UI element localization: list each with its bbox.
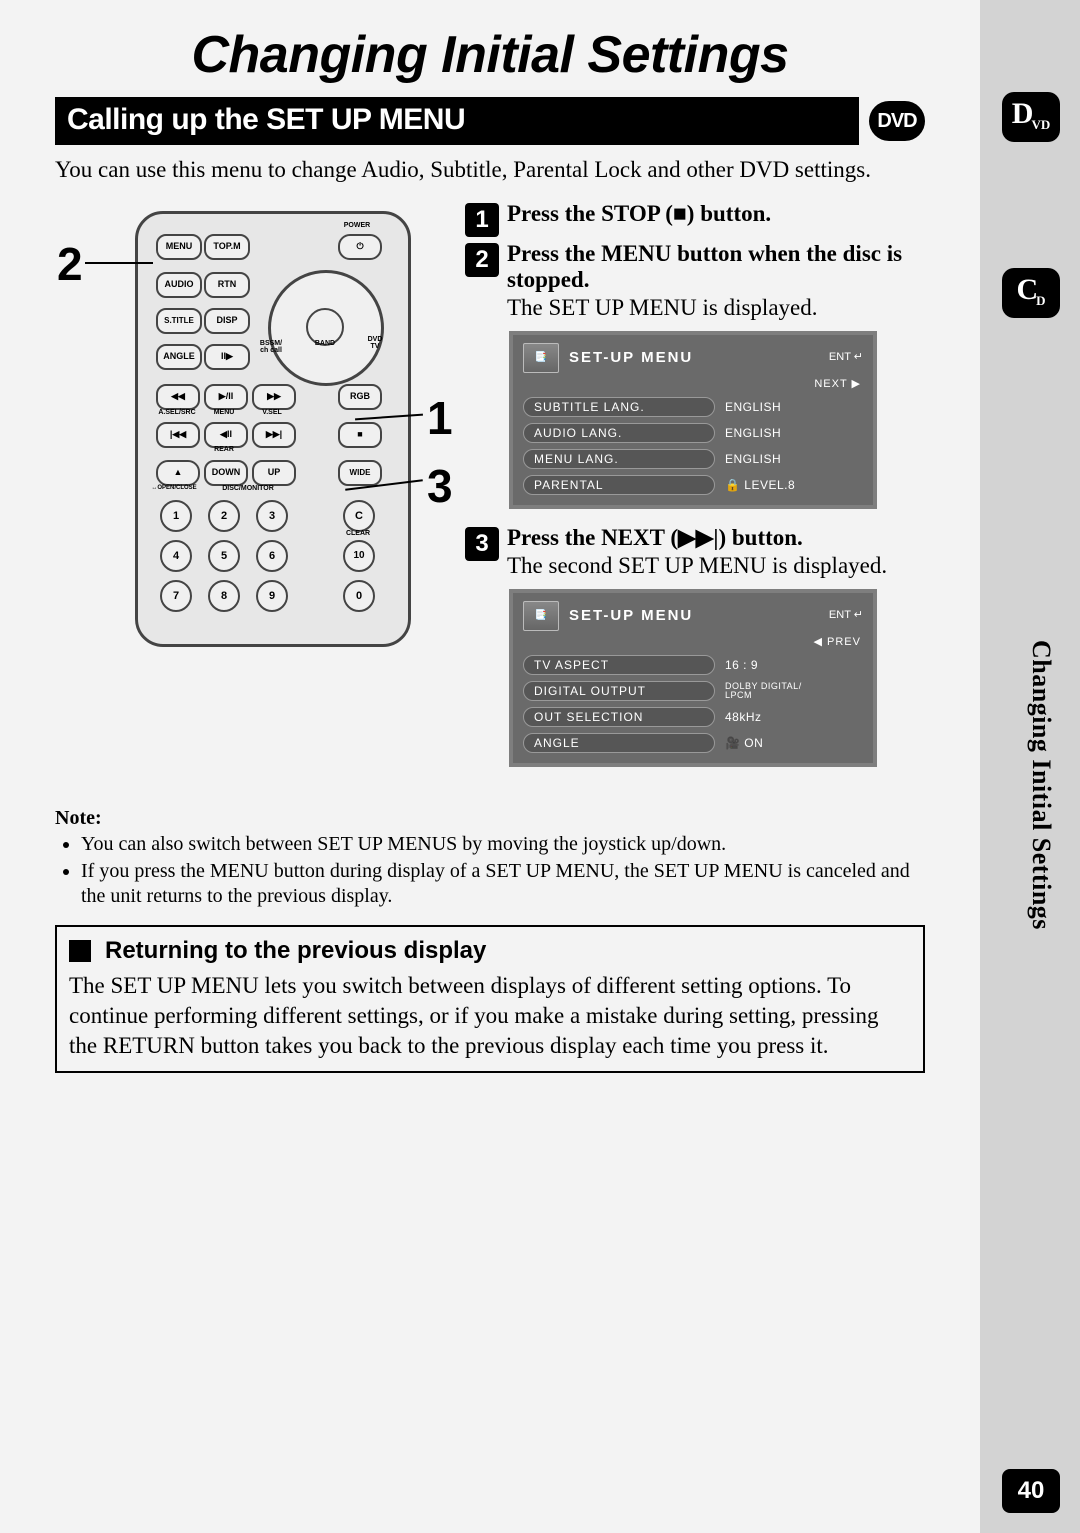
setup-2-row-1: DIGITAL OUTPUT DOLBY DIGITAL/ LPCM [513,678,873,704]
remote-eject-button: ▲ [156,460,200,486]
setup-2-title: SET-UP MENU [569,607,819,624]
remote-topm-button: TOP.M [204,234,250,260]
remote-num-6: 6 [256,540,288,572]
remote-disp-button: DISP [204,308,250,334]
note-head: Note: [55,807,925,830]
setup-icon-2: 📑 [523,601,559,631]
return-body: The SET UP MENU lets you switch between … [69,971,911,1061]
setup-1-sub: NEXT ▶ [513,377,873,394]
square-bullet-icon [69,940,91,962]
setup-menu-screenshot-1: 📑 SET-UP MENU ENT ↵ NEXT ▶ SUBTITLE LANG… [509,331,877,509]
dvd-icon: DVD [869,101,925,141]
setup-menu-screenshot-2: 📑 SET-UP MENU ENT ↵ ◀ PREV TV ASPECT 16 … [509,589,877,767]
page-number: 40 [1002,1469,1060,1513]
step-1-head: Press the STOP (■) button. [507,201,925,227]
setup-1-row-3: PARENTAL 🔒 LEVEL.8 [513,472,873,505]
section-heading: Calling up the SET UP MENU [55,97,859,145]
side-tab-cd-c: C [1016,273,1038,313]
step-2: 2 Press the MENU button when the disc is… [465,241,925,321]
remote-rew-button: ◀◀ [156,384,200,410]
remote-num-5: 5 [208,540,240,572]
setup-1-row-2: MENU LANG. ENGLISH [513,446,873,472]
remote-slowrev-button: ◀II [204,422,248,448]
remote-rgb-button: RGB [338,384,382,410]
remote-power-button: ⏻ [338,234,382,260]
remote-down-button: DOWN [204,460,248,486]
setup-1-row-1: AUDIO LANG. ENGLISH [513,420,873,446]
page-title: Changing Initial Settings [55,25,925,85]
setup-2-row-3: ANGLE 🎥 ON [513,730,873,763]
remote-ff-button: ▶▶ [252,384,296,410]
remote-clear: C [343,500,375,532]
remote-num-2: 2 [208,500,240,532]
setup-1-title: SET-UP MENU [569,349,819,366]
intro-text: You can use this menu to change Audio, S… [55,155,925,185]
return-box: Returning to the previous display The SE… [55,925,925,1073]
setup-2-row-0: TV ASPECT 16 : 9 [513,652,873,678]
remote-stop-button: ■ [338,422,382,448]
return-head: Returning to the previous display [105,937,486,965]
setup-2-ent: ENT ↵ [829,610,863,621]
remote-rtn-button: RTN [204,272,250,298]
side-tab-dvd: D VD [1002,92,1060,142]
step-2-badge: 2 [465,243,499,277]
step-1: 1 Press the STOP (■) button. [465,201,925,237]
setup-icon: 📑 [523,343,559,373]
step-3: 3 Press the NEXT (▶▶|) button. The secon… [465,525,925,579]
remote-num-8: 8 [208,580,240,612]
remote-num-7: 7 [160,580,192,612]
callout-2: 2 [57,237,83,291]
remote-playpause-button: ▶/II [204,384,248,410]
callout-3: 3 [427,459,453,513]
remote-menu-button: MENU [156,234,202,260]
setup-1-row-0: SUBTITLE LANG. ENGLISH [513,394,873,420]
remote-wide-button: WIDE [338,460,382,486]
remote-num-9: 9 [256,580,288,612]
note-block: Note: You can also switch between SET UP… [55,807,925,909]
remote-angle-button: ANGLE [156,344,202,370]
note-item-1: If you press the MENU button during disp… [81,859,925,909]
vertical-section-title: Changing Initial Settings [1026,640,1056,930]
side-tab-cd: C D [1002,268,1060,318]
remote-num-0: 0 [343,580,375,612]
remote-num-10: 10 [343,540,375,572]
remote-next-button: ▶▶| [252,422,296,448]
callout-1: 1 [427,391,453,445]
step-3-head: Press the NEXT (▶▶|) button. [507,525,925,551]
step-3-desc: The second SET UP MENU is displayed. [507,553,925,579]
step-2-head: Press the MENU button when the disc is s… [507,241,925,293]
remote-num-3: 3 [256,500,288,532]
remote-stitle-button: S.TITLE [156,308,202,334]
remote-num-1: 1 [160,500,192,532]
remote-num-4: 4 [160,540,192,572]
note-item-0: You can also switch between SET UP MENUS… [81,832,925,857]
setup-1-ent: ENT ↵ [829,352,863,363]
step-2-desc: The SET UP MENU is displayed. [507,295,925,321]
step-3-badge: 3 [465,527,499,561]
side-tab-cd-sub: D [1036,293,1045,309]
setup-2-row-2: OUT SELECTION 48kHz [513,704,873,730]
setup-2-sub: ◀ PREV [513,635,873,652]
remote-up-button: UP [252,460,296,486]
side-tab-dvd-sub: VD [1031,117,1050,133]
remote-prev-button: |◀◀ [156,422,200,448]
remote-pause-button: II▶ [204,344,250,370]
remote-audio-button: AUDIO [156,272,202,298]
step-1-badge: 1 [465,203,499,237]
side-tab-dvd-c: D [1012,97,1034,137]
